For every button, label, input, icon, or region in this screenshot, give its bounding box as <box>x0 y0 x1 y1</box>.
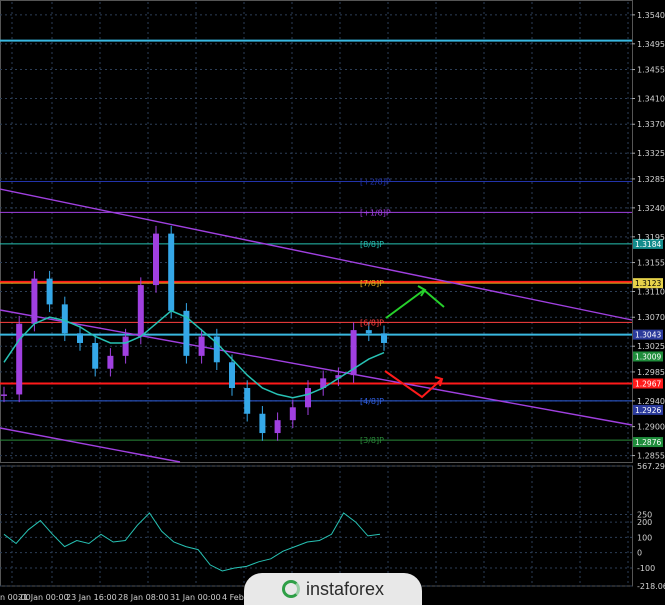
indicator-tick-label: -100 <box>637 564 655 573</box>
y-tick-label: 1.3370 <box>637 120 665 129</box>
y-tick-label: 1.2900 <box>637 423 665 432</box>
ma-line <box>3 309 385 399</box>
candle-body <box>229 362 235 389</box>
murrey-labels: [+2/8]P [+1/8]P [8/8]P [7/8]P [6/8]P [4/8]P [3… <box>360 177 391 445</box>
indicator-tick-label: 200 <box>637 518 652 527</box>
candle-body <box>289 407 296 421</box>
candle-body <box>46 278 53 305</box>
candle-body <box>365 330 372 334</box>
murrey-label: [3/8]P <box>360 436 384 445</box>
y-tick-label: 1.3285 <box>637 175 665 184</box>
time-axis: 20 Jan 00:0021 Jan 00:0023 Jan 16:0028 J… <box>0 593 244 602</box>
moving-average <box>3 309 385 399</box>
candle-body <box>122 336 129 356</box>
y-tick-label: 1.3070 <box>637 313 665 322</box>
price-box-label: 1.2967 <box>635 380 661 389</box>
y-tick-label: 1.2985 <box>637 368 665 377</box>
candle-body <box>153 233 159 286</box>
murrey-label: [+1/8]P <box>360 208 391 217</box>
trend-channel <box>0 188 633 463</box>
forecast-arrows <box>384 285 445 399</box>
x-tick-label: 4 Feb <box>222 593 244 602</box>
y-tick-label: 1.3495 <box>637 40 665 49</box>
y-tick-label: 1.3195 <box>637 233 665 242</box>
grid-lines <box>0 0 633 587</box>
candle-body <box>168 233 175 311</box>
y-tick-label: 1.2855 <box>637 452 665 461</box>
channel-lower-line <box>0 427 181 463</box>
instaforex-logo-icon <box>281 580 300 598</box>
murrey-label: [7/8]P <box>360 279 384 288</box>
price-axis: 1.3540 1.3495 1.3455 1.3410 1.3370 1.3325 1.32… <box>632 11 665 461</box>
indicator-tick-label: 0 <box>637 549 642 558</box>
candle-body <box>244 388 251 414</box>
x-tick-label: 31 Jan 00:00 <box>170 593 221 602</box>
candle-body <box>77 333 83 343</box>
instaforex-watermark: instaforex <box>244 573 422 605</box>
x-tick-label: 21 Jan 00:00 <box>18 593 69 602</box>
y-tick-label: 1.3110 <box>637 288 665 297</box>
indicator-tick-label: 100 <box>637 533 652 542</box>
candle-body <box>381 333 387 343</box>
x-tick-label: 28 Jan 08:00 <box>118 593 169 602</box>
murrey-label: [+2/8]P <box>360 177 391 186</box>
y-tick-label: 1.3410 <box>637 95 665 104</box>
murrey-label: [4/8]P <box>360 397 384 406</box>
candle-body <box>16 323 23 395</box>
y-tick-label: 1.3025 <box>637 342 665 351</box>
candle-body <box>259 413 266 434</box>
watermark-text: instaforex <box>305 578 385 599</box>
price-box-label: 1.2876 <box>635 438 661 447</box>
indicator-tick-label: -218.0641 <box>637 582 665 591</box>
y-tick-label: 1.2940 <box>637 397 665 406</box>
candle-body <box>305 388 311 408</box>
price-box-label: 1.3009 <box>635 352 661 361</box>
price-box-label: 1.3043 <box>635 331 661 340</box>
indicator-tick-label: 567.2935 <box>637 462 665 471</box>
x-tick-label: 23 Jan 16:00 <box>66 593 117 602</box>
candle-body <box>1 394 7 396</box>
candle-body <box>198 336 205 356</box>
murrey-label: [8/8]P <box>360 240 384 249</box>
y-tick-label: 1.3240 <box>637 204 665 213</box>
channel-upper-line <box>0 188 633 321</box>
y-tick-label: 1.3155 <box>637 259 665 268</box>
candle-body <box>137 285 144 337</box>
candle-body <box>107 355 114 369</box>
y-tick-label: 1.3540 <box>637 11 665 20</box>
candle-body <box>92 342 99 369</box>
candle-body <box>31 278 38 324</box>
price-series <box>1 225 387 441</box>
y-tick-label: 1.3455 <box>637 66 665 75</box>
candle-body <box>61 304 68 334</box>
forex-chart: [+2/8]P [+1/8]P [8/8]P [7/8]P [6/8]P [4/8]P [3… <box>0 0 665 602</box>
horizontal-levels <box>0 39 632 441</box>
price-box-label: 1.2926 <box>635 406 661 415</box>
murrey-label: [6/8]P <box>360 318 384 327</box>
y-tick-label: 1.3325 <box>637 149 665 158</box>
candle-body <box>274 420 281 434</box>
green-forecast-arrow <box>385 288 445 319</box>
